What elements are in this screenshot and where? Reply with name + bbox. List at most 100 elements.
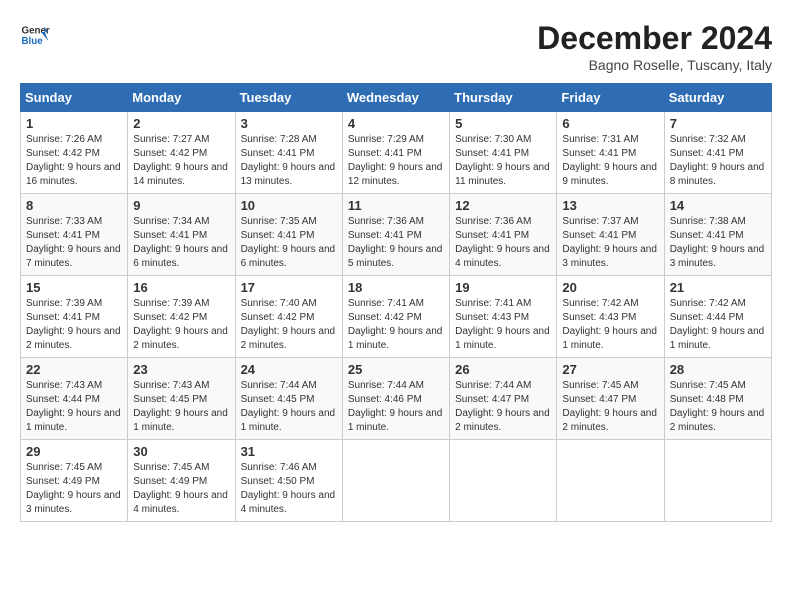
day-info: Sunrise: 7:32 AMSunset: 4:41 PMDaylight:… [670,133,766,189]
day-number: 25 [348,362,444,377]
day-number: 10 [241,198,337,213]
day-number: 2 [133,116,229,131]
day-cell-2: 2 Sunrise: 7:27 AMSunset: 4:42 PMDaylight… [128,112,235,194]
day-number: 14 [670,198,766,213]
day-info: Sunrise: 7:34 AMSunset: 4:41 PMDaylight:… [133,215,229,271]
day-info: Sunrise: 7:43 AMSunset: 4:45 PMDaylight:… [133,379,229,435]
logo: General Blue [20,20,50,50]
day-info: Sunrise: 7:39 AMSunset: 4:41 PMDaylight:… [26,297,122,353]
day-number: 8 [26,198,122,213]
day-number: 21 [670,280,766,295]
day-cell-31: 31Sunrise: 7:46 AMSunset: 4:50 PMDayligh… [235,440,342,522]
header: General Blue December 2024 Bagno Roselle… [20,20,772,73]
day-number: 27 [562,362,658,377]
day-number: 12 [455,198,551,213]
day-cell-19: 19 Sunrise: 7:41 AMSunset: 4:43 PMDayligh… [450,276,557,358]
day-info: Sunrise: 7:45 AMSunset: 4:47 PMDaylight:… [562,379,658,435]
day-info: Sunrise: 7:44 AMSunset: 4:45 PMDaylight:… [241,379,337,435]
day-number: 31 [241,444,337,459]
day-info: Sunrise: 7:29 AMSunset: 4:41 PMDaylight:… [348,133,444,189]
empty-cell [664,440,771,522]
day-cell-25: 25 Sunrise: 7:44 AMSunset: 4:46 PMDayligh… [342,358,449,440]
day-cell-24: 24 Sunrise: 7:44 AMSunset: 4:45 PMDayligh… [235,358,342,440]
day-number: 1 [26,116,122,131]
day-number: 28 [670,362,766,377]
col-sunday: Sunday [21,84,128,112]
day-cell-17: 17Sunrise: 7:40 AMSunset: 4:42 PMDayligh… [235,276,342,358]
day-cell-1: 1 Sunrise: 7:26 AMSunset: 4:42 PMDaylight… [21,112,128,194]
empty-cell [450,440,557,522]
month-title: December 2024 [537,20,772,57]
svg-text:Blue: Blue [22,36,44,47]
day-cell-9: 9 Sunrise: 7:34 AMSunset: 4:41 PMDaylight… [128,194,235,276]
day-cell-22: 22Sunrise: 7:43 AMSunset: 4:44 PMDayligh… [21,358,128,440]
day-info: Sunrise: 7:33 AMSunset: 4:41 PMDaylight:… [26,215,122,271]
day-info: Sunrise: 7:43 AMSunset: 4:44 PMDaylight:… [26,379,122,435]
day-cell-6: 6Sunrise: 7:31 AMSunset: 4:41 PMDaylight… [557,112,664,194]
day-number: 3 [241,116,337,131]
day-number: 18 [348,280,444,295]
day-cell-3: 3 Sunrise: 7:28 AMSunset: 4:41 PMDaylight… [235,112,342,194]
day-cell-20: 20 Sunrise: 7:42 AMSunset: 4:43 PMDayligh… [557,276,664,358]
week-row-4: 22Sunrise: 7:43 AMSunset: 4:44 PMDayligh… [21,358,772,440]
empty-cell [557,440,664,522]
day-info: Sunrise: 7:44 AMSunset: 4:47 PMDaylight:… [455,379,551,435]
day-number: 5 [455,116,551,131]
day-info: Sunrise: 7:36 AMSunset: 4:41 PMDaylight:… [455,215,551,271]
week-row-1: 1 Sunrise: 7:26 AMSunset: 4:42 PMDaylight… [21,112,772,194]
day-info: Sunrise: 7:26 AMSunset: 4:42 PMDaylight:… [26,133,122,189]
day-number: 16 [133,280,229,295]
day-info: Sunrise: 7:45 AMSunset: 4:48 PMDaylight:… [670,379,766,435]
calendar-table: Sunday Monday Tuesday Wednesday Thursday… [20,83,772,522]
day-info: Sunrise: 7:38 AMSunset: 4:41 PMDaylight:… [670,215,766,271]
col-tuesday: Tuesday [235,84,342,112]
day-cell-11: 11Sunrise: 7:36 AMSunset: 4:41 PMDayligh… [342,194,449,276]
day-info: Sunrise: 7:30 AMSunset: 4:41 PMDaylight:… [455,133,551,189]
day-number: 15 [26,280,122,295]
day-number: 19 [455,280,551,295]
week-row-5: 29 Sunrise: 7:45 AMSunset: 4:49 PMDayligh… [21,440,772,522]
day-info: Sunrise: 7:41 AMSunset: 4:43 PMDaylight:… [455,297,551,353]
day-info: Sunrise: 7:45 AMSunset: 4:49 PMDaylight:… [26,461,122,517]
week-row-2: 8 Sunrise: 7:33 AMSunset: 4:41 PMDaylight… [21,194,772,276]
day-cell-16: 16 Sunrise: 7:39 AMSunset: 4:42 PMDayligh… [128,276,235,358]
col-thursday: Thursday [450,84,557,112]
day-info: Sunrise: 7:40 AMSunset: 4:42 PMDaylight:… [241,297,337,353]
empty-cell [342,440,449,522]
title-area: December 2024 Bagno Roselle, Tuscany, It… [537,20,772,73]
day-info: Sunrise: 7:42 AMSunset: 4:44 PMDaylight:… [670,297,766,353]
header-row: Sunday Monday Tuesday Wednesday Thursday… [21,84,772,112]
day-number: 26 [455,362,551,377]
day-number: 23 [133,362,229,377]
day-info: Sunrise: 7:37 AMSunset: 4:41 PMDaylight:… [562,215,658,271]
day-info: Sunrise: 7:35 AMSunset: 4:41 PMDaylight:… [241,215,337,271]
day-number: 24 [241,362,337,377]
day-cell-7: 7Sunrise: 7:32 AMSunset: 4:41 PMDaylight… [664,112,771,194]
day-number: 20 [562,280,658,295]
day-cell-13: 13 Sunrise: 7:37 AMSunset: 4:41 PMDayligh… [557,194,664,276]
day-cell-23: 23 Sunrise: 7:43 AMSunset: 4:45 PMDayligh… [128,358,235,440]
day-number: 30 [133,444,229,459]
day-cell-28: 28 Sunrise: 7:45 AMSunset: 4:48 PMDayligh… [664,358,771,440]
logo-icon: General Blue [20,20,50,50]
day-number: 13 [562,198,658,213]
col-saturday: Saturday [664,84,771,112]
col-friday: Friday [557,84,664,112]
day-info: Sunrise: 7:42 AMSunset: 4:43 PMDaylight:… [562,297,658,353]
day-cell-21: 21 Sunrise: 7:42 AMSunset: 4:44 PMDayligh… [664,276,771,358]
day-number: 29 [26,444,122,459]
day-info: Sunrise: 7:39 AMSunset: 4:42 PMDaylight:… [133,297,229,353]
day-cell-5: 5 Sunrise: 7:30 AMSunset: 4:41 PMDaylight… [450,112,557,194]
col-wednesday: Wednesday [342,84,449,112]
day-number: 9 [133,198,229,213]
day-info: Sunrise: 7:27 AMSunset: 4:42 PMDaylight:… [133,133,229,189]
col-monday: Monday [128,84,235,112]
day-info: Sunrise: 7:44 AMSunset: 4:46 PMDaylight:… [348,379,444,435]
day-cell-4: 4Sunrise: 7:29 AMSunset: 4:41 PMDaylight… [342,112,449,194]
day-info: Sunrise: 7:28 AMSunset: 4:41 PMDaylight:… [241,133,337,189]
day-number: 6 [562,116,658,131]
day-cell-30: 30Sunrise: 7:45 AMSunset: 4:49 PMDayligh… [128,440,235,522]
week-row-3: 15 Sunrise: 7:39 AMSunset: 4:41 PMDayligh… [21,276,772,358]
day-cell-10: 10 Sunrise: 7:35 AMSunset: 4:41 PMDayligh… [235,194,342,276]
day-cell-29: 29 Sunrise: 7:45 AMSunset: 4:49 PMDayligh… [21,440,128,522]
